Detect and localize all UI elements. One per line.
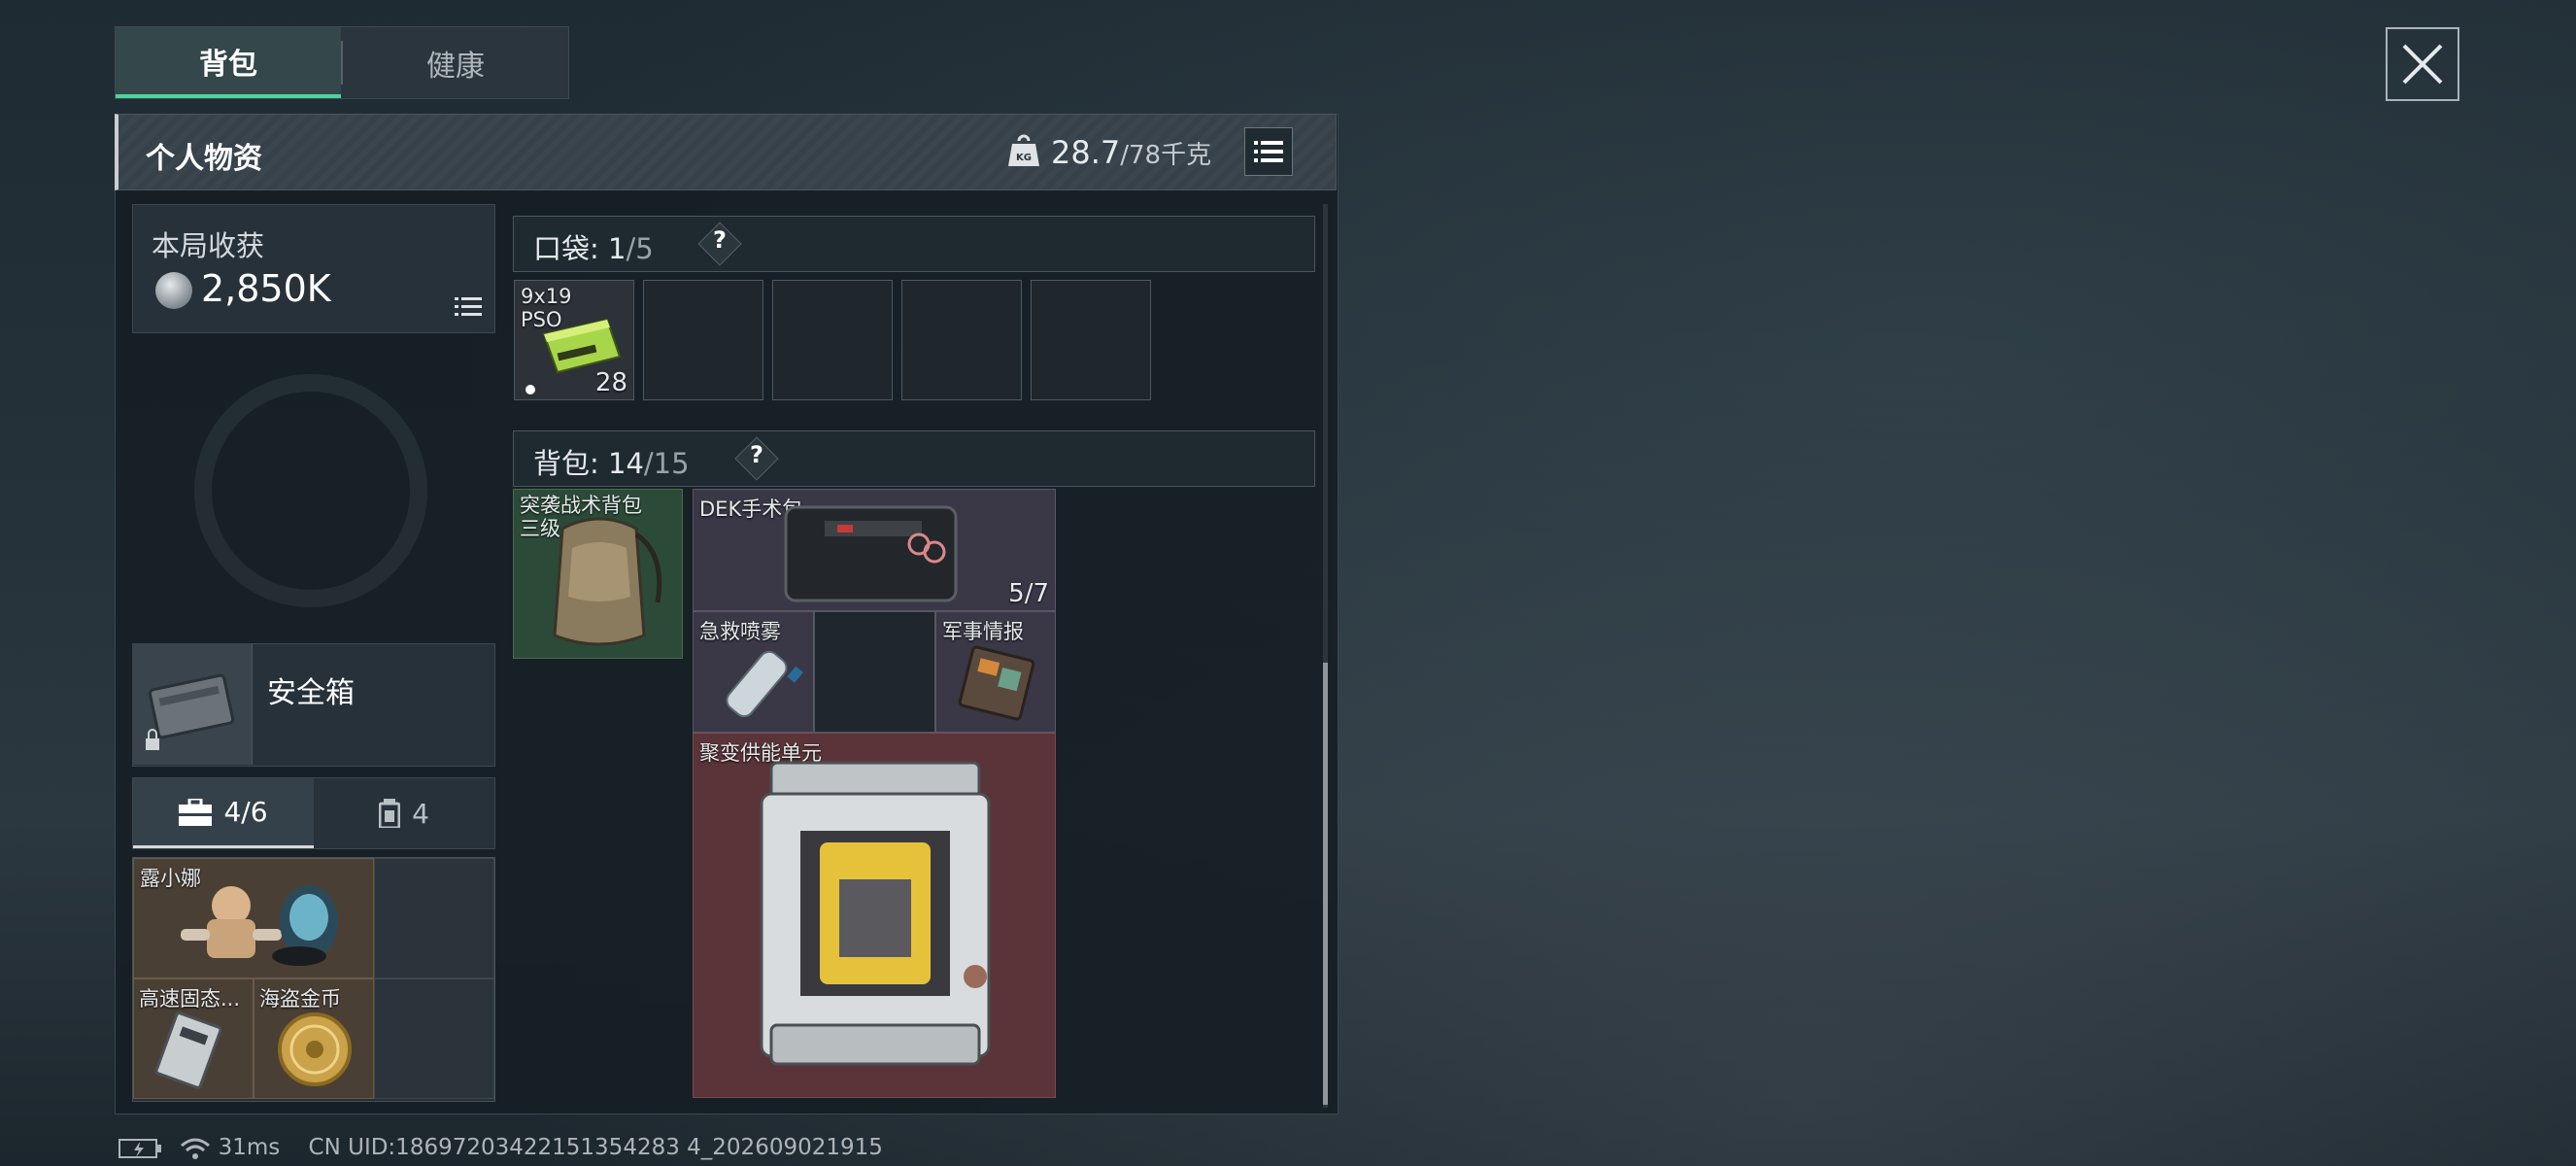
dek-kit-quantity: 5/7 [1008, 579, 1049, 608]
pocket-slot-empty[interactable] [643, 280, 763, 400]
list-icon [1254, 141, 1283, 162]
inventory-scrollbar-thumb[interactable] [1323, 663, 1328, 1105]
backpack-label: 背包: 14/15 [533, 441, 690, 482]
weight-max: /78千克 [1120, 141, 1212, 170]
pockets-header: 口袋: 1/5 ? [513, 216, 1315, 272]
weight-kg-icon: KG [1008, 134, 1039, 166]
currency-coin-icon [155, 272, 192, 309]
canister-icon [379, 799, 401, 828]
item-ssd[interactable]: 高速固态... [133, 978, 254, 1099]
equipped-backpack[interactable]: 突袭战术背包 三级 [513, 489, 683, 659]
pockets-capacity: /5 [626, 232, 654, 265]
safe-box-grid: 露小娜 高速固态... 海盗金币 [132, 857, 495, 1102]
subtab-items[interactable]: 4/6 [133, 778, 314, 848]
item-first-aid-spray[interactable]: 急救喷雾 [693, 611, 814, 733]
safe-box-item[interactable] [132, 643, 253, 765]
sort-list-button[interactable] [1244, 127, 1293, 176]
faction-emblem-watermark [194, 374, 427, 607]
backpack-count: 14 [608, 447, 644, 480]
battery-icon [119, 1138, 161, 1158]
gold-coin-icon [278, 1012, 352, 1086]
status-bar: 31ms CN UID:18697203422151354283 4_20260… [119, 1135, 883, 1160]
pockets-title: 口袋: [533, 232, 599, 265]
item-military-intel[interactable]: 军事情报 [935, 611, 1056, 733]
player-uid: CN UID:18697203422151354283 4_2026090219… [308, 1135, 883, 1160]
safe-subtabs: 4/6 4 [132, 777, 495, 849]
pockets-label: 口袋: 1/5 [533, 226, 654, 267]
backpack-capacity: /15 [643, 447, 690, 480]
subtab-items-count: 4/6 [223, 796, 268, 828]
panel-title: 个人物资 [146, 142, 262, 176]
fusion-cell-icon [760, 761, 991, 1066]
pocket-slot-empty[interactable] [901, 280, 1022, 400]
tab-health[interactable]: 健康 [343, 27, 568, 98]
briefcase-icon [179, 798, 213, 826]
pockets-count: 1 [608, 232, 627, 265]
spray-can-icon [726, 650, 803, 718]
earnings-label: 本局收获 [152, 229, 265, 262]
backpack-title: 背包: [533, 447, 599, 480]
weight-current: 28.7 [1051, 134, 1121, 171]
backpack-help-mark: ? [750, 441, 763, 468]
empty-slot[interactable] [374, 858, 494, 978]
subtab-consumables[interactable]: 4 [314, 778, 494, 848]
empty-slot[interactable] [374, 978, 494, 1099]
close-icon [2402, 44, 2443, 85]
empty-slot[interactable] [814, 611, 935, 733]
surgery-kit-icon [784, 505, 958, 602]
tactical-backpack-icon [553, 517, 662, 646]
backpack-header: 背包: 14/15 ? [513, 430, 1315, 487]
intel-tablet-icon [958, 645, 1035, 721]
pocket-slot-empty[interactable] [772, 280, 893, 400]
pocket-slot-ammo[interactable]: 9x19 PSO 28 [514, 280, 634, 400]
ssd-icon [154, 1012, 222, 1089]
carry-weight: 28.7/78千克 [1051, 134, 1211, 171]
item-dek-surgery-kit[interactable]: DEK手术包 5/7 [693, 489, 1056, 611]
wifi-icon [181, 1138, 211, 1159]
tab-backpack[interactable]: 背包 [116, 27, 341, 98]
network-ping: 31ms [218, 1135, 281, 1160]
earnings-value: 2,850K [201, 267, 331, 310]
top-tab-bar: 背包 健康 [115, 26, 569, 99]
item-fusion-power-unit[interactable]: 聚变供能单元 [693, 733, 1056, 1098]
details-list-icon[interactable] [455, 296, 482, 318]
subtab-consumables-count: 4 [412, 797, 429, 830]
doll-icon [181, 885, 338, 966]
ammo-quantity: 28 [594, 368, 627, 397]
safe-box-label: 安全箱 [267, 676, 355, 710]
pocket-slot-empty[interactable] [1031, 280, 1151, 400]
close-button[interactable] [2386, 27, 2459, 101]
item-doll[interactable]: 露小娜 [133, 858, 374, 978]
pockets-help-mark: ? [713, 226, 727, 254]
svg-text:KG: KG [1016, 153, 1032, 163]
item-pirate-coin[interactable]: 海盗金币 [254, 978, 374, 1099]
safe-box-icon [146, 673, 235, 750]
